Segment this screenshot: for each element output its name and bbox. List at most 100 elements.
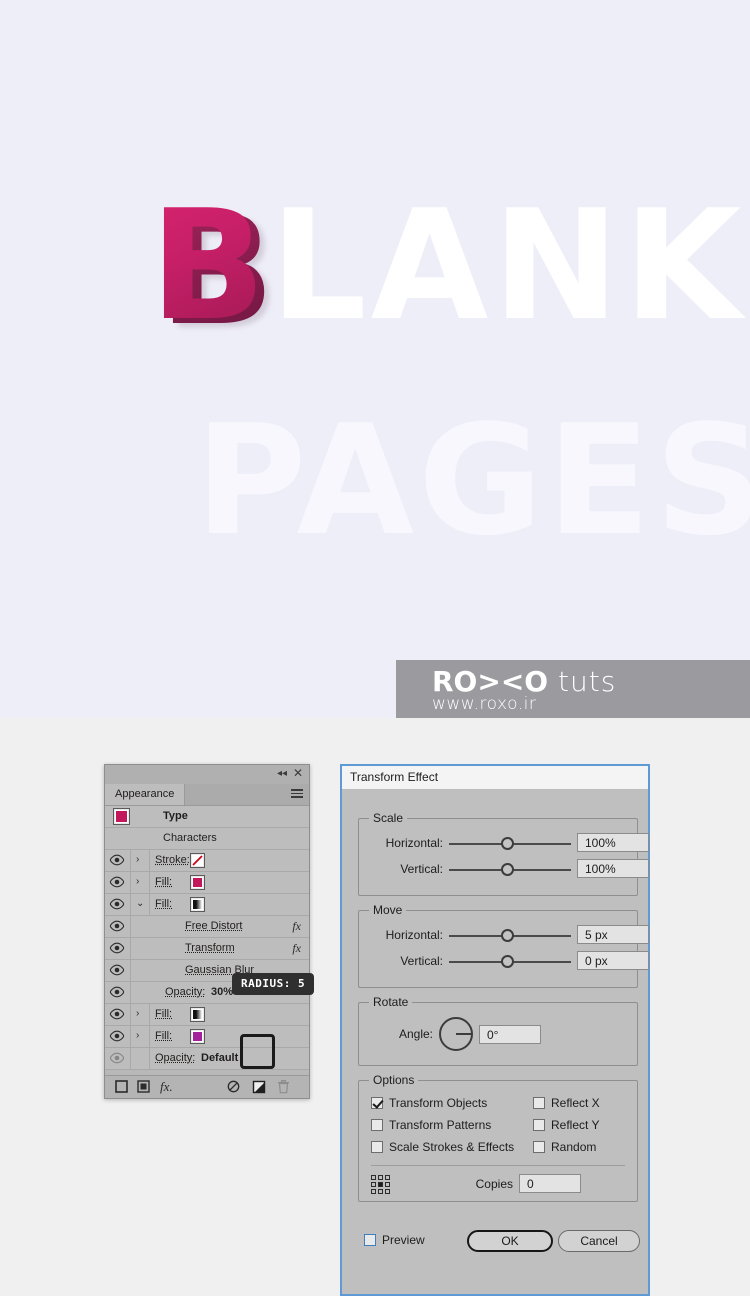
scale-horizontal-knob[interactable] (501, 837, 514, 850)
row-label: Fill: (155, 1030, 172, 1043)
visibility-eye-icon[interactable] (109, 876, 125, 889)
move-vertical-input[interactable]: 0 px (577, 951, 649, 970)
visibility-eye-icon[interactable] (109, 1052, 125, 1065)
swatch-none[interactable] (190, 853, 205, 868)
expand-chevron-icon[interactable]: › (136, 854, 139, 866)
angle-dial-needle (456, 1033, 471, 1035)
row-label: Stroke: (155, 854, 190, 867)
expand-chevron-icon[interactable]: › (136, 1030, 139, 1042)
row-label: Opacity: (165, 986, 205, 999)
reflect-x-checkbox[interactable] (533, 1097, 545, 1109)
scale-vertical-label: Vertical: (365, 862, 443, 876)
preview-checkbox[interactable] (364, 1234, 376, 1246)
visibility-eye-icon[interactable] (109, 1030, 125, 1043)
row-label: Free Distort (185, 920, 242, 933)
appearance-row[interactable]: › Fill: (105, 1004, 309, 1026)
rotate-group: Rotate Angle: 0° (358, 1002, 638, 1066)
copies-input[interactable]: 0 (519, 1174, 581, 1193)
appearance-row[interactable]: Opacity: Default (105, 1048, 309, 1070)
options-legend: Options (369, 1073, 418, 1087)
visibility-eye-icon[interactable] (109, 1008, 125, 1021)
effect-fx-icon[interactable]: fx (292, 942, 301, 955)
collapse-icon[interactable]: ◂◂ (277, 768, 287, 780)
move-vertical-knob[interactable] (501, 955, 514, 968)
expand-chevron-icon[interactable]: › (136, 1008, 139, 1020)
visibility-eye-icon[interactable] (109, 942, 125, 955)
delete-selected-item-icon[interactable] (277, 1080, 290, 1097)
appearance-row[interactable]: › Stroke: (105, 850, 309, 872)
move-vertical-slider[interactable] (449, 961, 571, 963)
row-divider (130, 1004, 131, 1025)
add-new-stroke-icon[interactable] (115, 1080, 128, 1096)
appearance-row[interactable]: ⌄ Fill: (105, 894, 309, 916)
move-horizontal-input[interactable]: 5 px (577, 925, 649, 944)
appearance-row[interactable]: › Fill: (105, 872, 309, 894)
row-label: Fill: (155, 898, 172, 911)
visibility-eye-icon[interactable] (109, 986, 125, 999)
appearance-row[interactable]: Type (105, 806, 309, 828)
appearance-row[interactable]: Free Distort fx (105, 916, 309, 938)
scale-vertical-knob[interactable] (501, 863, 514, 876)
ui-screenshot-area: ◂◂ ✕ Appearance Type Characters › Stroke: › F… (0, 718, 750, 1294)
scale-strokes-effects-checkbox[interactable] (371, 1141, 383, 1153)
move-horizontal-label: Horizontal: (365, 928, 443, 942)
scale-horizontal-label: Horizontal: (365, 836, 443, 850)
panel-menu-icon[interactable] (291, 789, 303, 799)
preview-label: Preview (382, 1233, 425, 1247)
row-divider (149, 1004, 150, 1025)
swatch-type-indicator (113, 808, 130, 825)
duplicate-selected-item-icon[interactable] (252, 1080, 266, 1097)
swatch-fill-gradient[interactable] (190, 1007, 205, 1022)
row-divider (130, 1048, 131, 1069)
row-value: Default (201, 1052, 238, 1065)
transform-effect-dialog: Transform Effect Scale Horizontal: 100% … (340, 764, 650, 1296)
panel-tabbar: Appearance (105, 784, 309, 806)
scale-vertical-input[interactable]: 100% (577, 859, 649, 878)
swatch-fill-gradient[interactable] (190, 897, 205, 912)
angle-dial[interactable] (439, 1017, 473, 1051)
appearance-row[interactable]: Characters (105, 828, 309, 850)
effect-fx-icon[interactable]: fx (292, 920, 301, 933)
row-divider (130, 960, 131, 981)
add-new-fill-icon[interactable] (137, 1080, 150, 1096)
reflect-y-checkbox[interactable] (533, 1119, 545, 1131)
move-vertical-label: Vertical: (365, 954, 443, 968)
scale-horizontal-slider[interactable] (449, 843, 571, 845)
visibility-eye-icon[interactable] (109, 964, 125, 977)
row-divider (130, 938, 131, 959)
tab-appearance[interactable]: Appearance (105, 784, 185, 805)
visibility-eye-icon[interactable] (109, 898, 125, 911)
appearance-row[interactable]: Transform fx (105, 938, 309, 960)
expand-chevron-icon[interactable]: ⌄ (136, 898, 144, 910)
visibility-eye-icon[interactable] (109, 920, 125, 933)
transform-objects-label: Transform Objects (389, 1096, 487, 1110)
anchor-point-grid-icon[interactable] (371, 1175, 390, 1194)
ok-button[interactable]: OK (467, 1230, 553, 1252)
scale-horizontal-input[interactable]: 100% (577, 833, 649, 852)
move-legend: Move (369, 903, 406, 917)
move-group: Move Horizontal: 5 px Vertical: 0 px (358, 910, 638, 988)
scale-vertical-slider[interactable] (449, 869, 571, 871)
clear-appearance-icon[interactable] (227, 1080, 240, 1096)
options-divider (371, 1165, 625, 1166)
appearance-row[interactable]: › Fill: (105, 1026, 309, 1048)
rotate-angle-input[interactable]: 0° (479, 1025, 541, 1044)
appearance-panel: ◂◂ ✕ Appearance Type Characters › Stroke: › F… (104, 764, 310, 1099)
cancel-button[interactable]: Cancel (558, 1230, 640, 1252)
appearance-row-list: Type Characters › Stroke: › Fill: ⌄ Fill: Free D… (105, 806, 309, 1070)
row-divider (149, 1026, 150, 1047)
move-horizontal-slider[interactable] (449, 935, 571, 937)
close-icon[interactable]: ✕ (293, 767, 303, 780)
panel-titlebar: ◂◂ ✕ (105, 765, 309, 784)
random-checkbox[interactable] (533, 1141, 545, 1153)
scale-group: Scale Horizontal: 100% Vertical: 100% (358, 818, 638, 896)
visibility-eye-icon[interactable] (109, 854, 125, 867)
expand-chevron-icon[interactable]: › (136, 876, 139, 888)
headline-blank-rest: LANK (270, 177, 746, 354)
transform-patterns-checkbox[interactable] (371, 1119, 383, 1131)
add-new-effect-icon[interactable]: fx. (160, 1079, 173, 1095)
move-horizontal-knob[interactable] (501, 929, 514, 942)
swatch-fill-purple[interactable] (190, 1029, 205, 1044)
swatch-fill-magenta[interactable] (190, 875, 205, 890)
transform-objects-checkbox[interactable] (371, 1097, 383, 1109)
